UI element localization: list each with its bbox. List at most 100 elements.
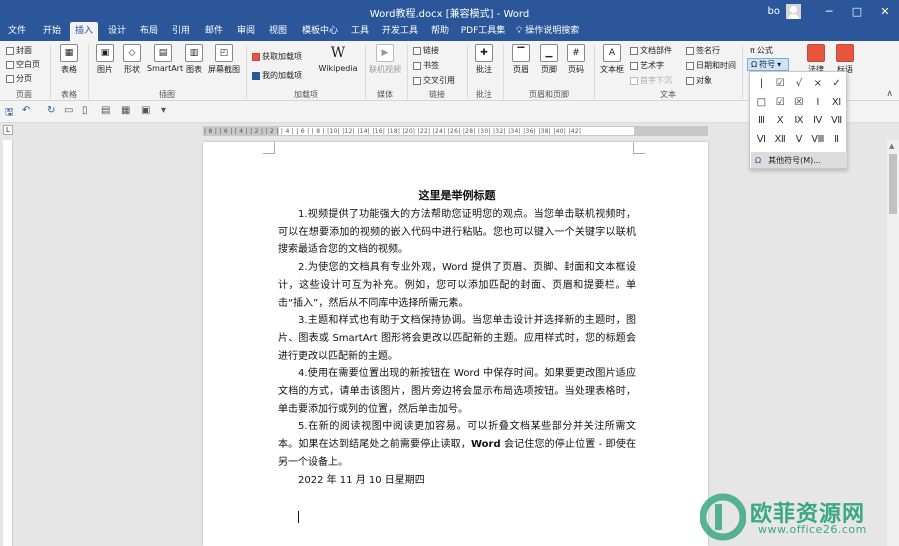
document-parts-button[interactable]: 文档部件 xyxy=(630,45,672,56)
new-doc-icon[interactable]: ▦ xyxy=(121,105,130,116)
text-box-button[interactable]: A 文本框 xyxy=(598,44,626,75)
maximize-button[interactable]: □ xyxy=(843,0,871,22)
cross-reference-button[interactable]: 交叉引用 xyxy=(413,75,455,86)
signature-line-button[interactable]: 签名行 xyxy=(686,45,720,56)
watermark-logo-icon xyxy=(700,493,746,541)
symbol-cell[interactable]: ☑ xyxy=(771,74,790,93)
signature-icon xyxy=(686,46,694,55)
table-button[interactable]: ▦ 表格 xyxy=(56,44,82,75)
horizontal-ruler[interactable]: | 8 | | 6 | | 4 | | 2 | | 2 | | 4 | | 6 … xyxy=(203,126,708,136)
smartart-button[interactable]: ▤ SmartArt xyxy=(147,44,183,73)
tab-file[interactable]: 文件 xyxy=(4,22,30,41)
shapes-label: 形状 xyxy=(124,65,140,74)
close-button[interactable]: ✕ xyxy=(871,0,899,22)
scroll-up-icon[interactable]: ▲ xyxy=(889,142,894,150)
symbol-cell[interactable]: Ⅸ xyxy=(790,112,809,131)
symbol-cell[interactable]: Ⅱ xyxy=(827,130,846,149)
tab-design[interactable]: 设计 xyxy=(103,22,131,41)
picture-button[interactable]: ▣ 图片 xyxy=(93,44,117,75)
symbol-cell[interactable]: Ⅻ xyxy=(771,130,790,149)
tab-references[interactable]: 引用 xyxy=(167,22,195,41)
shapes-button[interactable]: ◇ 形状 xyxy=(120,44,144,75)
equation-button[interactable]: π 公式 xyxy=(750,45,773,56)
symbol-cell[interactable]: Ⅷ xyxy=(808,130,827,149)
print-preview-icon[interactable]: ▤ xyxy=(101,105,110,116)
signature-line-label: 签名行 xyxy=(696,46,720,55)
comment-button[interactable]: ✚ 批注 xyxy=(472,44,496,75)
get-addins-button[interactable]: 获取加载项 xyxy=(252,51,302,62)
wikipedia-button[interactable]: W Wikipedia xyxy=(317,44,359,73)
symbol-cell[interactable]: Ⅹ xyxy=(771,112,790,131)
scroll-thumb[interactable] xyxy=(889,154,897,214)
avatar[interactable] xyxy=(786,3,801,19)
customize-qat-icon[interactable]: ▾ xyxy=(161,105,166,116)
tell-me-search[interactable]: 💡︎ 操作说明搜索 xyxy=(516,22,586,41)
save-icon[interactable]: 🖫︎ xyxy=(5,105,14,122)
collapse-ribbon-icon[interactable]: ∧ xyxy=(886,89,893,99)
blank-page-button[interactable]: 空白页 xyxy=(6,59,40,70)
online-video-button[interactable]: ▶ 联机视频 xyxy=(368,44,402,75)
vertical-scrollbar[interactable]: ▲ xyxy=(887,140,899,546)
page-number-button[interactable]: # 页码 xyxy=(564,44,588,75)
footer-button[interactable]: ▁ 页脚 xyxy=(537,44,561,75)
symbol-cell[interactable]: Ⅴ xyxy=(790,130,809,149)
symbol-cell[interactable]: Ⅲ xyxy=(752,112,771,131)
tab-developer[interactable]: 开发工具 xyxy=(380,22,420,41)
tab-review[interactable]: 审阅 xyxy=(232,22,260,41)
symbol-cell[interactable]: Ⅺ xyxy=(827,93,846,112)
symbol-cell[interactable]: Ⅵ xyxy=(752,130,771,149)
tab-insert[interactable]: 插入 xyxy=(70,22,98,41)
paragraph-4: 4.使用在需要位置出现的新按钮在 Word 中保存时间。如果要更改图片适应文档的… xyxy=(278,368,636,415)
tab-selector-icon[interactable]: L xyxy=(3,125,13,135)
minimize-button[interactable]: ─ xyxy=(815,0,843,22)
object-button[interactable]: 对象 xyxy=(686,75,712,86)
divider xyxy=(467,45,468,99)
tab-layout[interactable]: 布局 xyxy=(135,22,163,41)
tab-mailings[interactable]: 邮件 xyxy=(200,22,228,41)
wordart-button[interactable]: 艺术字 xyxy=(630,60,664,71)
document-title: 这里是举例标题 xyxy=(418,189,496,202)
vertical-ruler[interactable] xyxy=(3,140,13,546)
my-addins-button[interactable]: 我的加载项 xyxy=(252,70,302,81)
screenshot-button[interactable]: ◰ 屏幕截图 xyxy=(207,44,241,75)
symbol-cell[interactable]: ✓ xyxy=(827,74,846,93)
group-label-header-footer: 页眉和页脚 xyxy=(529,90,569,99)
cover-page-button[interactable]: 封面 xyxy=(6,45,32,56)
link-button[interactable]: 链接 xyxy=(413,45,439,56)
more-symbols-button[interactable]: Ω 其他符号(M)... xyxy=(751,152,847,168)
tab-pdf-tools[interactable]: PDF工具集 xyxy=(460,22,506,41)
divider xyxy=(50,45,51,99)
chart-button[interactable]: ▥ 图表 xyxy=(183,44,205,75)
header-icon: ▔ xyxy=(512,44,530,62)
layout-icon[interactable]: ▯ xyxy=(82,105,88,116)
read-mode-icon[interactable]: ▭ xyxy=(64,105,73,116)
document-page[interactable]: 这里是举例标题 1.视频提供了功能强大的方法帮助您证明您的观点。当您单击联机视频… xyxy=(203,142,708,546)
symbol-cell[interactable]: ☑ xyxy=(771,93,790,112)
date-line: 2022 年 11 月 10 日星期四 xyxy=(298,474,425,486)
header-button[interactable]: ▔ 页眉 xyxy=(509,44,533,75)
symbol-cell[interactable]: Ⅶ xyxy=(827,112,846,131)
symbol-cell[interactable]: Ⅰ xyxy=(808,93,827,112)
tab-help[interactable]: 帮助 xyxy=(426,22,454,41)
tab-tools[interactable]: 工具 xyxy=(346,22,374,41)
drop-cap-button[interactable]: 首字下沉 xyxy=(630,75,672,86)
bookmark-button[interactable]: 书签 xyxy=(413,60,439,71)
symbol-cell[interactable]: √ xyxy=(790,74,809,93)
symbol-button[interactable]: Ω 符号 ▾ xyxy=(747,58,789,71)
user-name[interactable]: bo xyxy=(768,6,780,17)
symbol-cell[interactable]: | xyxy=(752,74,771,93)
redo-icon[interactable]: ↻ xyxy=(47,105,55,116)
tab-view[interactable]: 视图 xyxy=(264,22,292,41)
document-body[interactable]: 这里是举例标题 1.视频提供了功能强大的方法帮助您证明您的观点。当您单击联机视频… xyxy=(278,187,636,489)
symbol-cell[interactable]: □ xyxy=(752,93,771,112)
undo-icon[interactable]: ↶ xyxy=(22,105,30,116)
symbol-cell[interactable]: ☒ xyxy=(790,93,809,112)
symbol-cell[interactable]: Ⅳ xyxy=(808,112,827,131)
tab-home[interactable]: 开始 xyxy=(38,22,66,41)
page-break-button[interactable]: 分页 xyxy=(6,73,32,84)
tab-template-center[interactable]: 模板中心 xyxy=(298,22,342,41)
group-label-tables: 表格 xyxy=(61,90,77,99)
open-icon[interactable]: ▣ xyxy=(141,105,150,116)
symbol-cell[interactable]: × xyxy=(808,74,827,93)
date-time-button[interactable]: 日期和时间 xyxy=(686,60,736,71)
